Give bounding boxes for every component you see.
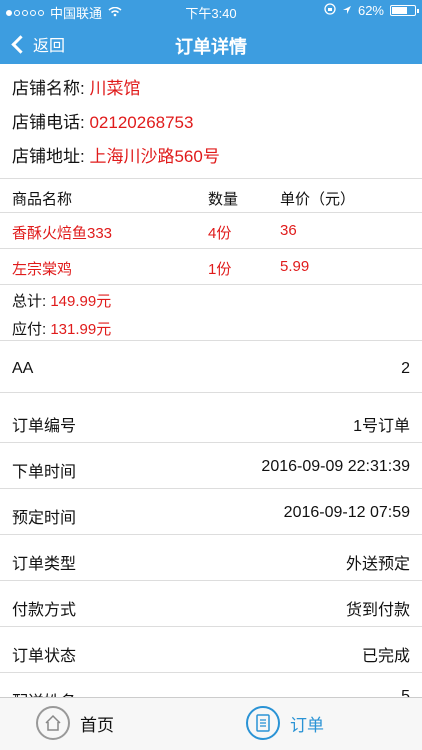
status-bar: 中国联通 下午3:40 62% [0, 0, 422, 22]
shop-name-row: 店铺名称: 川菜馆 [12, 74, 140, 99]
divider [0, 212, 422, 213]
divider [0, 178, 422, 179]
tab-orders-label: 订单 [290, 715, 324, 735]
info-key: AA [12, 360, 34, 377]
shop-name-label: 店铺名称: [12, 79, 85, 98]
shop-address-label: 店铺地址: [12, 147, 85, 166]
goods-name: 左宗棠鸡 [12, 261, 73, 278]
shop-address: 上海川沙路560号 [89, 147, 220, 166]
shop-phone[interactable]: 02120268753 [89, 113, 193, 132]
tab-orders[interactable]: 订单 [246, 706, 324, 740]
info-value: 外送预定 [345, 556, 410, 573]
divider [0, 248, 422, 249]
info-value: 已完成 [361, 648, 410, 665]
info-key: 订单类型 [12, 556, 77, 573]
goods-header-qty: 数量 [208, 191, 239, 208]
info-key: 下单时间 [12, 464, 77, 481]
info-key: 预定时间 [12, 510, 77, 527]
info-row-order-number: 订单编号 1号订单 [0, 396, 422, 446]
total-value: 149.99元 [50, 293, 112, 310]
battery-percent: 62% [357, 3, 384, 18]
payable-row: 应付: 131.99元 [12, 318, 111, 339]
shop-address-row: 店铺地址: 上海川沙路560号 [12, 142, 220, 167]
document-icon [246, 706, 280, 740]
lock-rotation-icon [324, 3, 336, 18]
goods-qty: 4份 [208, 225, 232, 242]
tab-home[interactable]: 首页 [36, 706, 114, 740]
info-value: 货到付款 [345, 602, 410, 619]
divider [0, 284, 422, 285]
shop-phone-label: 店铺电话: [12, 113, 85, 132]
divider [0, 340, 422, 341]
info-row-aa: AA 2 [0, 344, 422, 394]
tab-bar: 首页 订单 [0, 697, 422, 750]
order-detail: 店铺名称: 川菜馆 店铺电话: 02120268753 店铺地址: 上海川沙路5… [0, 64, 422, 697]
info-row-reserve-time: 预定时间 2016-09-12 07:59 [0, 488, 422, 538]
total-row: 总计: 149.99元 [12, 290, 111, 311]
info-key: 订单编号 [12, 418, 77, 435]
payable-value: 131.99元 [50, 321, 112, 338]
goods-header-price: 单价（元） [280, 191, 356, 208]
info-row-order-type: 订单类型 外送预定 [0, 534, 422, 584]
location-icon [342, 3, 352, 18]
battery-icon [390, 5, 419, 16]
info-value: 2016-09-12 07:59 [283, 504, 410, 521]
info-key: 配送姓名 [12, 688, 76, 697]
shop-name: 川菜馆 [89, 79, 141, 98]
goods-header-name: 商品名称 [12, 191, 73, 208]
info-row-delivery-name: 配送姓名 5 [0, 672, 422, 697]
goods-qty: 1份 [208, 261, 232, 278]
payable-label: 应付: [12, 321, 47, 338]
divider [0, 392, 422, 393]
info-key: 付款方式 [12, 602, 77, 619]
tab-home-label: 首页 [80, 715, 114, 735]
info-key: 订单状态 [12, 648, 77, 665]
info-value: 1号订单 [353, 418, 410, 435]
info-row-order-time: 下单时间 2016-09-09 22:31:39 [0, 442, 422, 492]
page-title: 订单详情 [175, 37, 247, 57]
home-icon [36, 706, 70, 740]
info-row-payment: 付款方式 货到付款 [0, 580, 422, 630]
info-row-status: 订单状态 已完成 [0, 626, 422, 676]
goods-price: 36 [280, 222, 297, 239]
total-label: 总计: [12, 293, 47, 310]
info-value: 2 [401, 360, 410, 377]
goods-name: 香酥火焙鱼333 [12, 225, 113, 242]
info-value: 5 [401, 688, 410, 697]
info-value: 2016-09-09 22:31:39 [261, 458, 410, 475]
goods-price: 5.99 [280, 258, 310, 275]
shop-phone-row: 店铺电话: 02120268753 [12, 108, 193, 133]
nav-bar: 返回 订单详情 [0, 22, 422, 64]
